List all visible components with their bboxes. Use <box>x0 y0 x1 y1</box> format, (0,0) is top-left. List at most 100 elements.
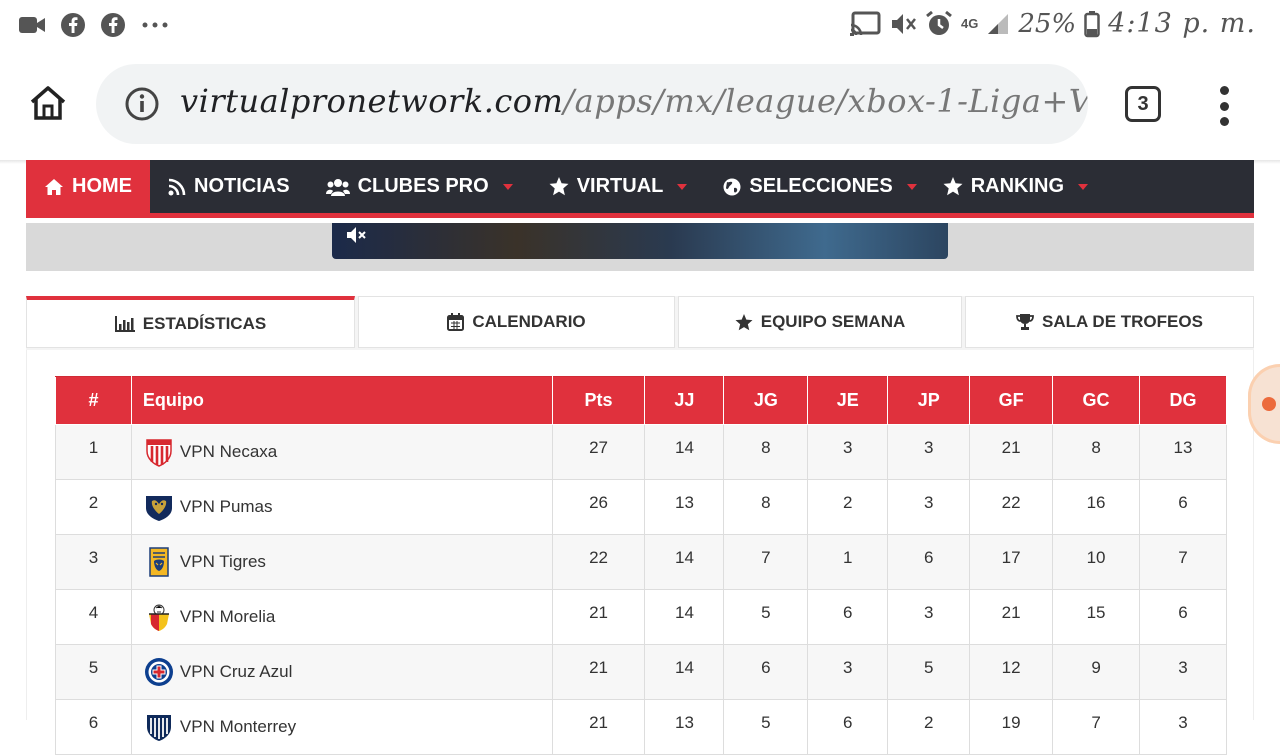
web-page: HOME NOTICIAS CLUBES PRO VIRTUAL SELECCI… <box>0 160 1280 755</box>
video-camera-icon <box>19 17 45 33</box>
nav-label: VIRTUAL <box>576 175 664 197</box>
tab-estadisticas[interactable]: ESTADÍSTICAS <box>26 296 355 348</box>
stats-tabs: ESTADÍSTICAS CALENDARIO EQUIPO SEMANA SA… <box>26 296 1254 350</box>
info-icon[interactable] <box>124 86 160 122</box>
cell-jp: 3 <box>887 589 971 645</box>
nav-label: HOME <box>72 175 132 197</box>
cell-dg: 3 <box>1139 699 1227 755</box>
clock: 4:13 p. m. <box>1108 8 1256 39</box>
cell-jj: 13 <box>644 479 725 535</box>
col-header-team[interactable]: Equipo <box>130 376 553 425</box>
team-link[interactable]: VPN Morelia <box>180 607 275 627</box>
tab-label: EQUIPO SEMANA <box>760 312 906 331</box>
nav-label: CLUBES PRO <box>357 175 489 197</box>
pumas-crest-icon <box>145 496 172 521</box>
col-header-gf[interactable]: GF <box>969 376 1054 425</box>
video-player[interactable] <box>332 223 948 259</box>
team-link[interactable]: VPN Pumas <box>180 497 273 517</box>
col-header-jj[interactable]: JJ <box>644 376 725 425</box>
nav-item-ranking[interactable]: RANKING <box>935 160 1106 213</box>
nav-item-selecciones[interactable]: SELECCIONES <box>705 160 934 213</box>
cell-jg: 8 <box>723 424 809 480</box>
users-icon <box>325 178 350 196</box>
team-link[interactable]: VPN Necaxa <box>180 442 277 462</box>
cell-jg: 6 <box>723 644 809 700</box>
col-header-dg[interactable]: DG <box>1139 376 1227 425</box>
overflow-menu-button[interactable] <box>1212 86 1236 126</box>
nav-item-clubes-pro[interactable]: CLUBES PRO <box>308 160 531 213</box>
cell-dg: 3 <box>1139 644 1227 700</box>
home-icon[interactable] <box>28 83 68 123</box>
tab-equipo-semana[interactable]: EQUIPO SEMANA <box>678 296 962 348</box>
cell-gc: 10 <box>1052 534 1141 590</box>
status-right-icons: 4G 25% 4:13 p. m. <box>849 8 1256 39</box>
main-navbar: HOME NOTICIAS CLUBES PRO VIRTUAL SELECCI… <box>26 160 1254 218</box>
col-header-jp[interactable]: JP <box>887 376 971 425</box>
table-header-row: # Equipo Pts JJ JG JE JP GF GC DG <box>55 376 1227 425</box>
network-type: 4G <box>961 16 979 31</box>
cell-gf: 22 <box>969 479 1054 535</box>
cell-dg: 13 <box>1139 424 1227 480</box>
address-bar[interactable]: virtualpronetwork.com/apps/mx/league/xbo… <box>96 64 1088 144</box>
cell-dg: 7 <box>1139 534 1227 590</box>
mute-icon <box>892 13 916 34</box>
url-text[interactable]: virtualpronetwork.com/apps/mx/league/xbo… <box>180 82 1088 120</box>
battery-percent: 25% <box>1018 8 1077 39</box>
table-row: 3 VPN Tigres 22 14 7 1 6 17 10 7 <box>55 534 1227 590</box>
status-bar: 4G 25% 4:13 p. m. <box>0 0 1280 50</box>
cell-team: VPN Necaxa <box>130 424 553 480</box>
nav-item-noticias[interactable]: NOTICIAS <box>150 160 308 213</box>
cell-jg: 7 <box>723 534 809 590</box>
cell-pts: 26 <box>551 479 646 535</box>
volume-muted-icon[interactable] <box>344 223 368 247</box>
cell-jp: 6 <box>887 534 971 590</box>
rss-icon <box>168 178 186 195</box>
cell-jp: 2 <box>887 699 971 755</box>
cell-gc: 9 <box>1052 644 1141 700</box>
cell-team: VPN Pumas <box>130 479 553 535</box>
cell-je: 6 <box>807 589 889 645</box>
cell-pos: 2 <box>55 479 132 535</box>
star-icon <box>943 177 963 196</box>
cell-team: VPN Cruz Azul <box>130 644 553 700</box>
col-header-pts[interactable]: Pts <box>551 376 646 425</box>
cell-jj: 14 <box>644 644 725 700</box>
table-row: 5 VPN Cruz Azul 21 14 6 3 5 12 9 3 <box>55 644 1227 700</box>
cell-pos: 4 <box>55 589 132 645</box>
cell-gf: 21 <box>969 589 1054 645</box>
team-link[interactable]: VPN Monterrey <box>180 717 296 737</box>
cell-pts: 22 <box>551 534 646 590</box>
cell-dg: 6 <box>1139 479 1227 535</box>
monterrey-crest-icon <box>146 715 171 741</box>
nav-item-virtual[interactable]: VIRTUAL <box>531 160 706 213</box>
status-left-icons <box>18 12 170 38</box>
cell-je: 1 <box>807 534 889 590</box>
team-link[interactable]: VPN Cruz Azul <box>180 662 292 682</box>
cell-team: VPN Tigres <box>130 534 553 590</box>
home-icon <box>45 178 63 195</box>
cell-je: 2 <box>807 479 889 535</box>
cell-jp: 3 <box>887 424 971 480</box>
col-header-pos[interactable]: # <box>55 376 132 425</box>
team-link[interactable]: VPN Tigres <box>180 552 266 572</box>
facebook-icon <box>101 13 125 37</box>
chevron-down-icon <box>906 183 917 190</box>
tab-sala-de-trofeos[interactable]: SALA DE TROFEOS <box>965 296 1254 348</box>
tab-switcher-button[interactable]: 3 <box>1125 86 1161 122</box>
table-row: 1 VPN Necaxa 27 14 8 3 3 21 8 13 <box>55 424 1227 480</box>
signal-icon <box>988 13 1009 34</box>
url-path: /apps/mx/league/xbox-1-Liga+Virtua <box>563 82 1088 120</box>
cell-jj: 14 <box>644 534 725 590</box>
col-header-je[interactable]: JE <box>807 376 889 425</box>
cell-gf: 21 <box>969 424 1054 480</box>
col-header-gc[interactable]: GC <box>1052 376 1141 425</box>
chevron-down-icon <box>502 183 513 190</box>
cell-gf: 17 <box>969 534 1054 590</box>
nav-item-home[interactable]: HOME <box>26 160 150 213</box>
cell-jg: 5 <box>723 699 809 755</box>
col-header-jg[interactable]: JG <box>723 376 809 425</box>
tab-calendario[interactable]: CALENDARIO <box>358 296 675 348</box>
star-icon <box>735 313 753 330</box>
table-row: 4 VPN Morelia 21 14 5 6 3 21 15 6 <box>55 589 1227 645</box>
cell-gc: 16 <box>1052 479 1141 535</box>
